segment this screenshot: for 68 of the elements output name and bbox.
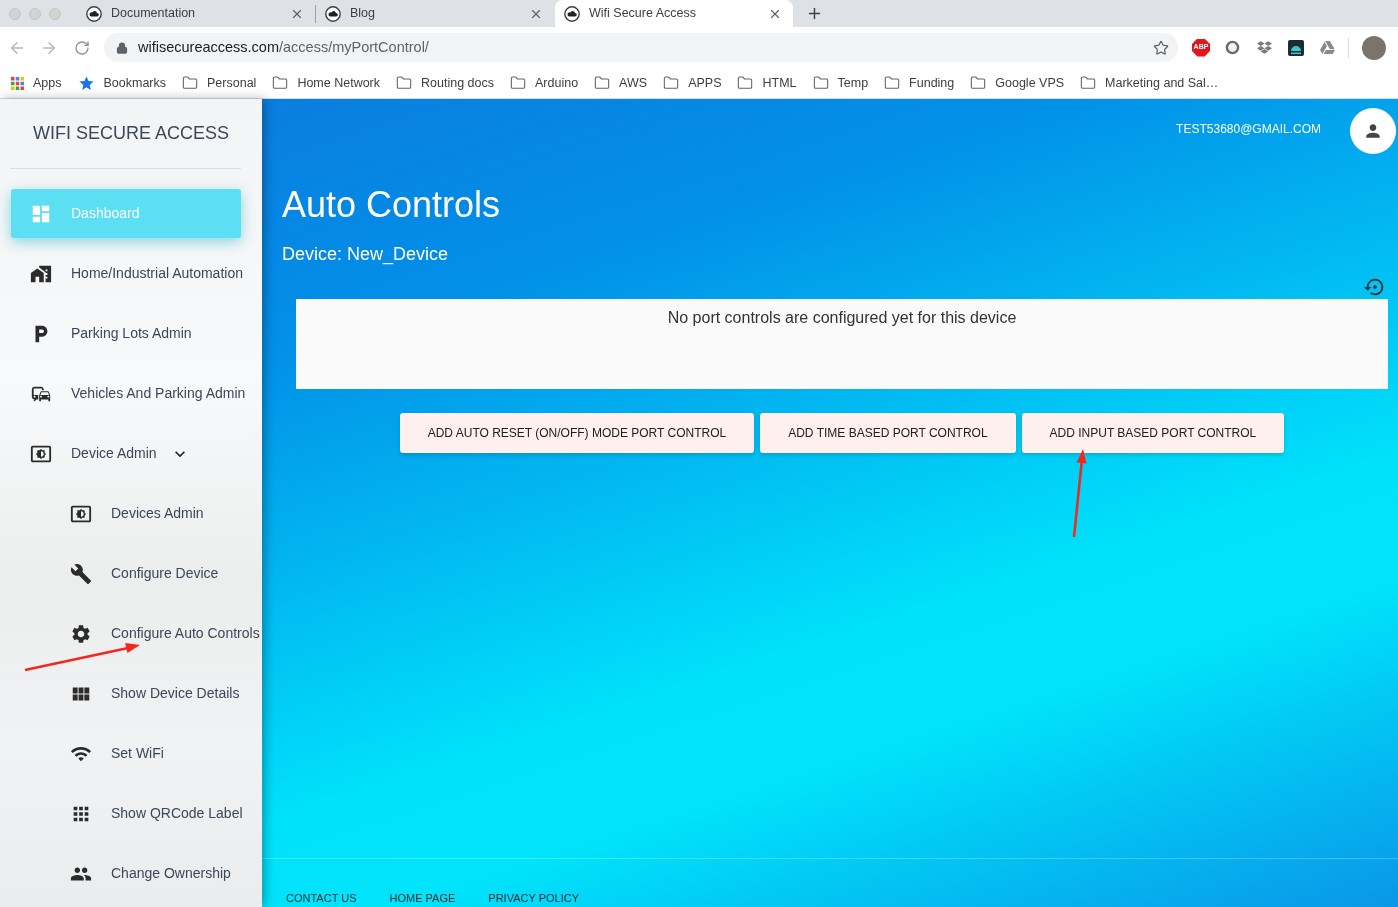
bookmark-item[interactable]: Arduino xyxy=(510,73,579,93)
bookmark-item[interactable]: HTML xyxy=(737,73,797,93)
bookmark-item[interactable]: Temp xyxy=(812,73,869,93)
wrench-icon xyxy=(70,562,92,585)
footer-link[interactable]: PRIVACY POLICY xyxy=(488,892,579,905)
device-subtitle: Device: New_Device xyxy=(282,243,449,266)
browser-tab[interactable]: Documentation xyxy=(77,0,315,27)
bookmark-item[interactable]: Home Network xyxy=(272,73,381,93)
apps-grid-icon xyxy=(11,76,24,90)
folder-icon xyxy=(970,75,987,91)
sidebar-item[interactable]: Devices Admin xyxy=(11,489,241,538)
bookmark-item[interactable]: Funding xyxy=(884,73,955,93)
bookmark-item[interactable]: APPS xyxy=(663,73,722,93)
drive-icon[interactable] xyxy=(1320,40,1335,55)
url-text[interactable]: wifisecureaccess.com/access/myPortControl/ xyxy=(138,36,429,59)
restore-icon[interactable] xyxy=(1364,276,1386,298)
address-bar[interactable]: wifisecureaccess.com/access/myPortControl/ xyxy=(104,33,1178,62)
page-title: Auto Controls xyxy=(282,183,501,227)
sidebar-item[interactable]: Home/Industrial Automation xyxy=(11,249,243,298)
folder-icon xyxy=(396,75,413,91)
folder-icon xyxy=(272,75,289,91)
add-control-button[interactable]: ADD TIME BASED PORT CONTROL xyxy=(760,413,1016,453)
folder-icon xyxy=(737,75,754,91)
dropbox-icon[interactable] xyxy=(1257,40,1272,55)
folder-icon xyxy=(594,75,611,91)
sidebar-item[interactable]: Show Device Details xyxy=(11,669,241,718)
sidebar-item[interactable]: Show QRCode Label xyxy=(11,789,243,838)
folder-icon xyxy=(510,75,526,91)
bookmark-item[interactable]: Marketing and Sal… xyxy=(1080,73,1219,93)
ring-icon[interactable] xyxy=(1225,40,1240,55)
new-tab-icon[interactable] xyxy=(806,5,823,22)
lock-icon xyxy=(116,41,128,54)
browser-tab[interactable]: Blog xyxy=(316,0,554,27)
sidebar-item[interactable]: Parking Lots Admin xyxy=(11,309,241,358)
folder-icon xyxy=(182,75,199,91)
folder-icon xyxy=(812,75,829,91)
sidebar-item[interactable]: Device Admin xyxy=(11,429,241,478)
bookmark-item[interactable]: AWS xyxy=(594,73,648,93)
gear-icon xyxy=(70,622,92,645)
sidebar-item[interactable]: Configure Auto Controls xyxy=(11,609,260,658)
bookmark-item[interactable]: Apps xyxy=(11,73,62,93)
app-tile-icon[interactable] xyxy=(1288,39,1304,56)
sidebar-item[interactable]: Vehicles And Parking Admin xyxy=(11,369,246,418)
bookmark-item[interactable]: Routing docs xyxy=(396,73,494,93)
star-icon xyxy=(77,74,95,92)
browser-tab[interactable]: Wifi Secure Access xyxy=(555,0,793,27)
empty-state-message: No port controls are configured yet for this device xyxy=(667,308,1017,328)
sidebar-item[interactable]: Set WiFi xyxy=(11,729,241,778)
bookmark-item[interactable]: Bookmarks xyxy=(77,73,167,93)
brand-title: WIFI SECURE ACCESS xyxy=(33,122,229,145)
sidebar-item[interactable]: Change Ownership xyxy=(11,849,241,898)
profile-avatar[interactable] xyxy=(1362,35,1386,60)
folder-icon xyxy=(1080,75,1097,91)
add-control-button[interactable]: ADD INPUT BASED PORT CONTROL xyxy=(1021,413,1285,453)
account-button[interactable] xyxy=(1350,108,1396,154)
bookmark-star-icon[interactable] xyxy=(1153,39,1169,56)
add-control-button[interactable]: ADD AUTO RESET (ON/OFF) MODE PORT CONTROL xyxy=(399,413,755,453)
footer-link[interactable]: CONTACT US xyxy=(286,892,357,905)
footer-link[interactable]: HOME PAGE xyxy=(389,892,456,905)
reload-icon[interactable] xyxy=(74,39,90,56)
cloud-icon xyxy=(564,5,580,22)
folder-icon xyxy=(884,75,901,91)
bookmark-item[interactable]: Personal xyxy=(182,73,257,93)
bookmark-item[interactable]: Google VPS xyxy=(970,73,1065,93)
cloud-icon xyxy=(325,5,341,22)
sidebar-item[interactable]: Configure Device xyxy=(11,549,241,598)
cloud-icon xyxy=(86,5,102,22)
folder-icon xyxy=(663,75,680,91)
